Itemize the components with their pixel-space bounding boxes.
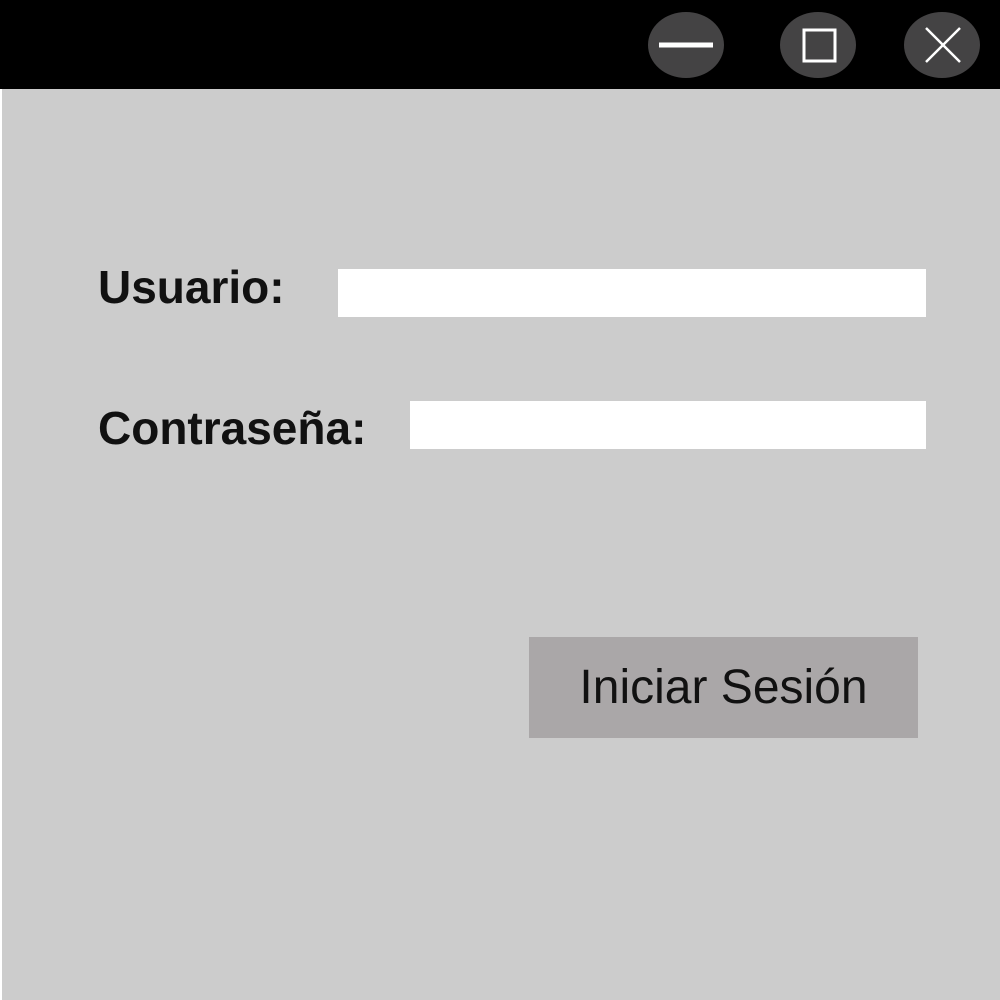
minimize-button[interactable]: [648, 12, 724, 78]
username-input[interactable]: [338, 269, 926, 317]
close-button[interactable]: [904, 12, 980, 78]
title-bar: [0, 0, 1000, 89]
maximize-icon: [802, 28, 837, 63]
password-label: Contraseña:: [98, 402, 367, 454]
maximize-button[interactable]: [780, 12, 856, 78]
login-button[interactable]: Iniciar Sesión: [529, 637, 918, 738]
username-label: Usuario:: [98, 261, 285, 313]
login-button-label: Iniciar Sesión: [579, 661, 868, 714]
login-form: Usuario: Contraseña: Iniciar Sesión: [2, 89, 1000, 1000]
minimize-icon: [659, 42, 713, 48]
login-window: Usuario: Contraseña: Iniciar Sesión: [0, 0, 1000, 1000]
password-input[interactable]: [410, 401, 926, 449]
close-icon: [925, 27, 961, 63]
